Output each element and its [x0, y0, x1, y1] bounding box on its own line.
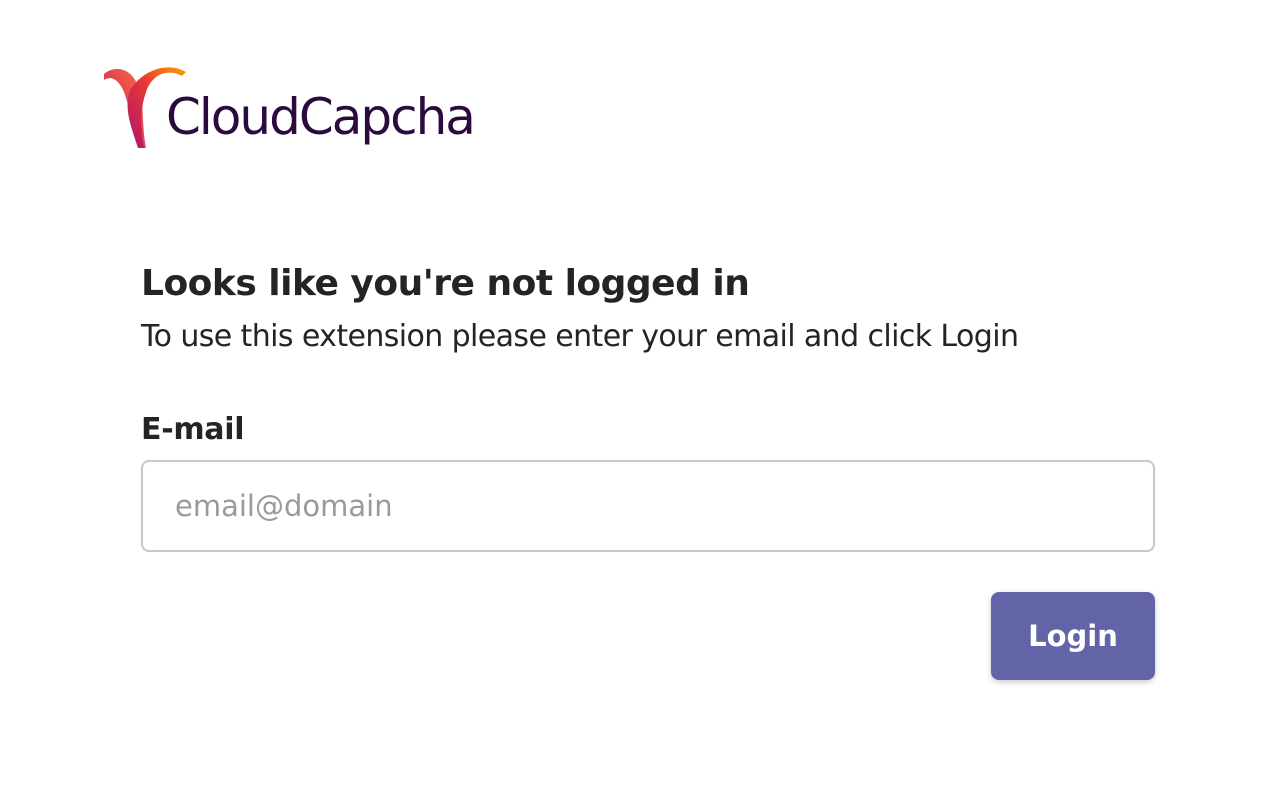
brand-name: CloudCapcha	[166, 88, 476, 146]
login-form: Looks like you're not logged in To use t…	[141, 258, 1155, 680]
email-field[interactable]	[141, 460, 1155, 552]
login-button[interactable]: Login	[991, 592, 1155, 680]
login-page: CloudCapcha Looks like you're not logged…	[0, 0, 1280, 800]
instruction-text: To use this extension please enter your …	[141, 319, 1019, 354]
form-actions: Login	[141, 592, 1155, 680]
brand-logo: CloudCapcha	[100, 62, 476, 162]
page-title: Looks like you're not logged in	[141, 263, 750, 304]
email-label: E-mail	[141, 412, 245, 447]
